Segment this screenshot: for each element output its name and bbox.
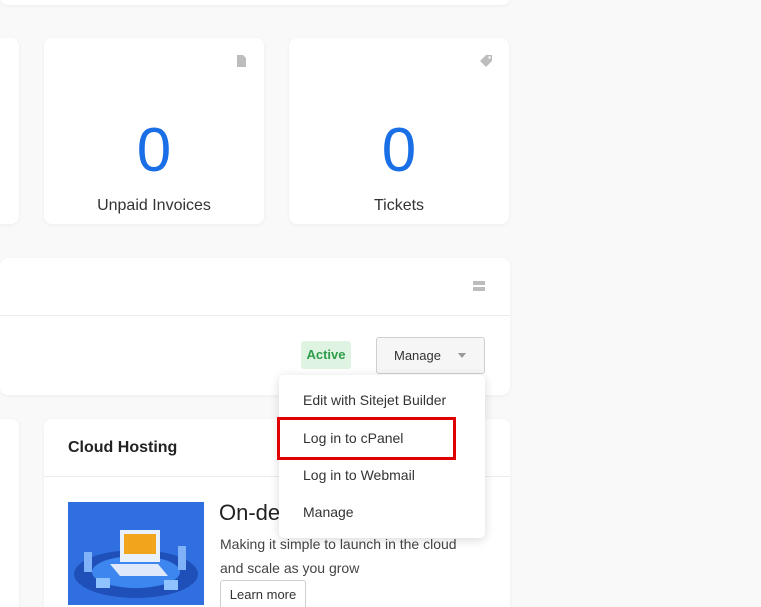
- menu-item-manage[interactable]: Manage: [303, 504, 354, 520]
- promo-text: Making it simple to launch in the cloud …: [220, 536, 457, 576]
- menu-item-login-webmail[interactable]: Log in to Webmail: [303, 467, 415, 483]
- panel-partial: [0, 419, 19, 607]
- document-icon: [237, 55, 246, 67]
- server-icon: [473, 281, 485, 291]
- tickets-count: 0: [381, 116, 417, 185]
- caret-down-icon: [458, 353, 466, 358]
- learn-more-button[interactable]: Learn more: [220, 580, 306, 607]
- cloud-illustration: [68, 502, 204, 605]
- menu-item-edit-sitejet[interactable]: Edit with Sitejet Builder: [303, 392, 446, 408]
- manage-button-label: Manage: [394, 348, 441, 363]
- stat-card-partial: [0, 38, 19, 224]
- manage-dropdown-button[interactable]: Manage: [376, 337, 485, 374]
- top-panel: [0, 0, 510, 5]
- panel-divider: [0, 315, 510, 316]
- unpaid-invoices-label: Unpaid Invoices: [97, 197, 211, 214]
- panel-title: Cloud Hosting: [68, 439, 178, 456]
- highlight-box: [277, 417, 456, 460]
- tag-icon: [480, 55, 492, 67]
- unpaid-invoices-count: 0: [136, 116, 172, 185]
- tickets-label: Tickets: [373, 197, 425, 214]
- tickets-card[interactable]: 0 Tickets: [289, 38, 509, 224]
- unpaid-invoices-card[interactable]: 0 Unpaid Invoices: [44, 38, 264, 224]
- status-badge: Active: [301, 341, 351, 369]
